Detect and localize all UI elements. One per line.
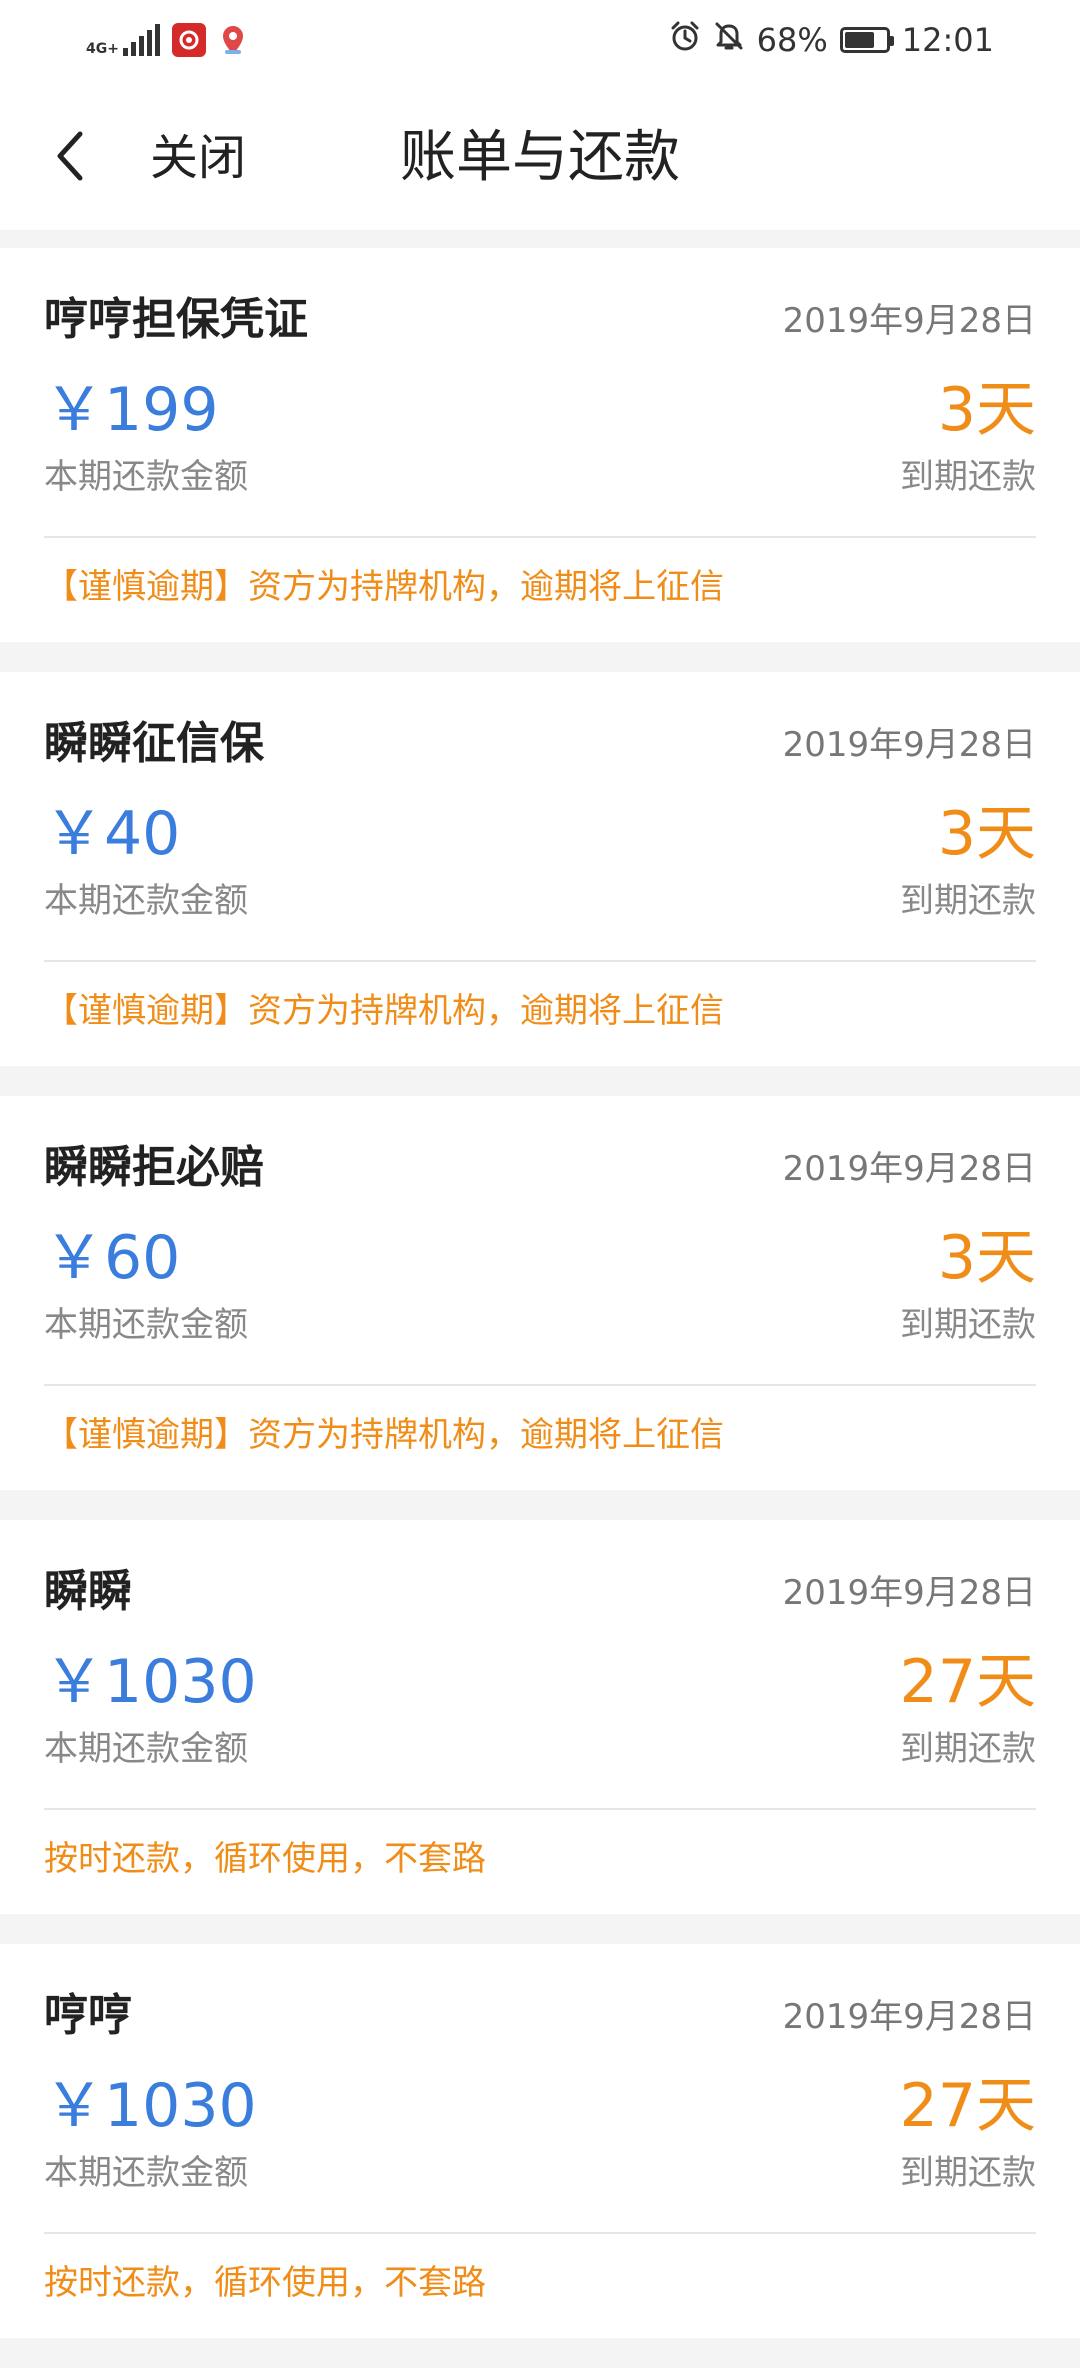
days-until-due: 3天	[937, 375, 1036, 445]
bill-date: 2019年9月28日	[782, 1573, 1036, 1613]
bill-name: 哼哼担保凭证	[44, 294, 308, 345]
due-label: 到期还款	[900, 1729, 1036, 1769]
status-left: 4G+	[86, 20, 248, 60]
bill-notice: 【谨慎逾期】资方为持牌机构，逾期将上征信	[44, 991, 724, 1031]
alarm-icon	[669, 20, 701, 60]
bill-amount: ￥40	[44, 799, 181, 869]
bill-date: 2019年9月28日	[782, 1997, 1036, 2037]
app-icon-red	[171, 23, 206, 57]
bill-name: 瞬瞬拒必赔	[44, 1142, 264, 1193]
bill-notice: 按时还款，循环使用，不套路	[44, 2263, 486, 2303]
bill-card[interactable]: 瞬瞬 2019年9月28日 ￥1030 27天 本期还款金额 到期还款 按时还款…	[0, 1520, 1080, 1914]
due-label: 到期还款	[900, 457, 1036, 497]
header: 关闭 账单与还款	[0, 80, 1080, 230]
amount-label: 本期还款金额	[44, 2153, 248, 2193]
battery-icon	[839, 27, 894, 53]
battery-percent: 68%	[756, 21, 828, 59]
bill-date: 2019年9月28日	[782, 301, 1036, 341]
bell-off-icon	[713, 20, 745, 60]
bill-list: 哼哼担保凭证 2019年9月28日 ￥199 3天 本期还款金额 到期还款 【谨…	[0, 248, 1080, 2368]
signal-icon: 4G+	[86, 24, 160, 56]
days-until-due: 27天	[899, 2071, 1036, 2141]
due-label: 到期还款	[900, 1305, 1036, 1345]
amount-label: 本期还款金额	[44, 457, 248, 497]
divider	[44, 1808, 1036, 1810]
due-label: 到期还款	[900, 881, 1036, 921]
bill-name: 瞬瞬征信保	[44, 718, 264, 769]
due-label: 到期还款	[900, 2153, 1036, 2193]
bill-date: 2019年9月28日	[782, 725, 1036, 765]
bill-amount: ￥1030	[44, 2071, 257, 2141]
network-label: 4G+	[86, 41, 119, 57]
days-until-due: 3天	[937, 799, 1036, 869]
divider	[44, 960, 1036, 962]
divider	[44, 536, 1036, 538]
days-until-due: 3天	[937, 1223, 1036, 1293]
page-title-text: 账单与还款	[400, 125, 680, 190]
status-right: 68% 12:01	[669, 18, 994, 62]
bill-card[interactable]: 哼哼 2019年9月28日 ￥1030 27天 本期还款金额 到期还款 按时还款…	[0, 1944, 1080, 2338]
days-until-due: 27天	[899, 1647, 1036, 1717]
divider	[44, 1384, 1036, 1386]
bill-notice: 【谨慎逾期】资方为持牌机构，逾期将上征信	[44, 567, 724, 607]
bill-name: 瞬瞬	[44, 1566, 132, 1617]
bill-card[interactable]: 瞬瞬征信保 2019年9月28日 ￥40 3天 本期还款金额 到期还款 【谨慎逾…	[0, 672, 1080, 1066]
bill-notice: 按时还款，循环使用，不套路	[44, 1839, 486, 1879]
bill-amount: ￥199	[44, 375, 219, 445]
bill-amount: ￥60	[44, 1223, 181, 1293]
bill-notice: 【谨慎逾期】资方为持牌机构，逾期将上征信	[44, 1415, 724, 1455]
bill-card[interactable]: 瞬瞬拒必赔 2019年9月28日 ￥60 3天 本期还款金额 到期还款 【谨慎逾…	[0, 1096, 1080, 1490]
divider	[44, 2232, 1036, 2234]
map-pin-icon	[218, 23, 248, 57]
amount-label: 本期还款金额	[44, 1305, 248, 1345]
amount-label: 本期还款金额	[44, 1729, 248, 1769]
bill-name: 哼哼	[44, 1990, 132, 2041]
amount-label: 本期还款金额	[44, 881, 248, 921]
status-bar: 4G+ 68% 12:01	[0, 0, 1080, 80]
page-title: 账单与还款	[0, 122, 1080, 194]
bill-card[interactable]: 哼哼担保凭证 2019年9月28日 ￥199 3天 本期还款金额 到期还款 【谨…	[0, 248, 1080, 642]
clock-time: 12:01	[901, 21, 994, 59]
bill-amount: ￥1030	[44, 1647, 257, 1717]
bill-date: 2019年9月28日	[782, 1149, 1036, 1189]
